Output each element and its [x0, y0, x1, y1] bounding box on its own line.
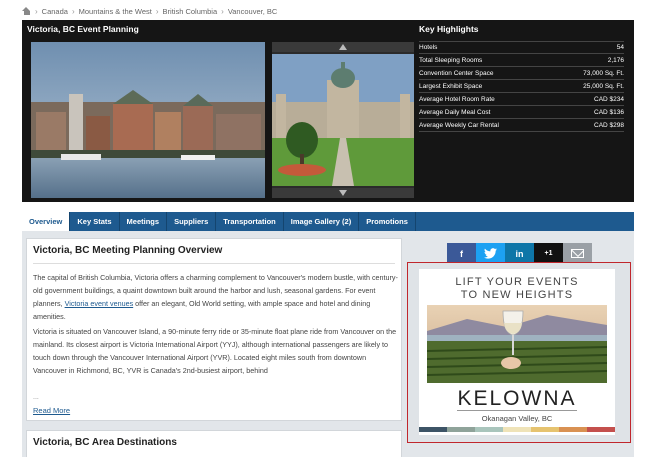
highlight-value: 25,000 Sq. Ft.	[583, 82, 624, 90]
tab-overview[interactable]: Overview	[22, 212, 71, 231]
thumbnail-scroll-down[interactable]	[272, 188, 414, 198]
highlight-row: Average Hotel Room Rate CAD $234	[419, 93, 624, 106]
main-photo-harbor[interactable]	[31, 42, 265, 198]
ellipsis: ...	[33, 394, 39, 401]
tab-promotions[interactable]: Promotions	[359, 212, 416, 231]
destinations-panel: Victoria, BC Area Destinations	[26, 430, 402, 457]
ad-brand-logo: KELOWNA	[457, 387, 577, 410]
hero-title: Victoria, BC Event Planning	[27, 24, 139, 34]
facebook-icon: f	[460, 248, 463, 259]
overview-paragraph-1: The capital of British Columbia, Victori…	[33, 271, 398, 323]
ad-headline-line-2: TO NEW HEIGHTS	[460, 289, 574, 301]
ad-stripe-segment	[503, 427, 531, 432]
victoria-event-venues-link[interactable]: Victoria event venues	[65, 299, 134, 308]
tab-meetings[interactable]: Meetings	[120, 212, 168, 231]
tab-suppliers[interactable]: Suppliers	[167, 212, 217, 231]
destinations-title: Victoria, BC Area Destinations	[33, 437, 177, 448]
ad-tagline: Okanagan Valley, BC	[481, 414, 553, 423]
highlight-label: Average Hotel Room Rate	[419, 95, 495, 103]
mail-icon	[571, 249, 584, 258]
highlight-row: Average Daily Meal Cost CAD $136	[419, 106, 624, 119]
highlight-value: 2,176	[607, 56, 624, 64]
divider	[33, 263, 395, 264]
highlight-label: Largest Exhibit Space	[419, 82, 483, 90]
tab-key-stats[interactable]: Key Stats	[70, 212, 120, 231]
social-share-bar: f in +1	[447, 243, 592, 264]
ad-stripe-segment	[531, 427, 559, 432]
chevron-right-icon: ›	[35, 6, 38, 16]
chevron-right-icon: ›	[155, 6, 159, 16]
tab-bar: Overview Key Stats Meetings Suppliers Tr…	[22, 212, 634, 231]
ad-stripe-segment	[419, 427, 447, 432]
highlight-label: Average Daily Meal Cost	[419, 108, 491, 116]
tab-transportation[interactable]: Transportation	[216, 212, 284, 231]
highlight-value: CAD $234	[594, 95, 624, 103]
highlight-label: Hotels	[419, 44, 438, 51]
highlight-row: Average Weekly Car Rental CAD $298	[419, 119, 624, 132]
chevron-right-icon: ›	[221, 6, 224, 16]
breadcrumb-vancouver[interactable]: Vancouver, BC	[228, 7, 277, 16]
linkedin-icon: in	[515, 248, 524, 259]
breadcrumb-british-columbia[interactable]: British Columbia	[163, 7, 218, 16]
overview-paragraph-2: Victoria is situated on Vancouver Island…	[33, 327, 397, 375]
sidebar-column: f in +1 LIFT YOUR EVENTS TO NEW HEIGHTS	[407, 231, 634, 457]
ad-headline: LIFT YOUR EVENTS TO NEW HEIGHTS	[419, 276, 615, 302]
triangle-down-icon	[339, 190, 347, 196]
thumbnail-strip	[272, 42, 414, 198]
google-plus-icon: +1	[544, 250, 553, 257]
highlight-label: Convention Center Space	[419, 69, 494, 77]
ad-stripe-segment	[447, 427, 475, 432]
ad-stripe-segment	[559, 427, 587, 432]
breadcrumb-canada[interactable]: Canada	[42, 7, 68, 16]
twitter-icon	[484, 248, 497, 259]
content-column: Victoria, BC Meeting Planning Overview T…	[22, 231, 407, 457]
email-share-button[interactable]	[563, 243, 592, 264]
highlight-row: Hotels 54	[419, 41, 624, 54]
key-highlights-table: Hotels 54 Total Sleeping Rooms 2,176 Conve…	[419, 41, 624, 132]
ad-divider	[457, 410, 577, 411]
highlight-row: Largest Exhibit Space 25,000 Sq. Ft.	[419, 80, 624, 93]
ad-stripe-segment	[475, 427, 503, 432]
highlight-value: CAD $136	[594, 108, 624, 116]
ad-headline-line-1: LIFT YOUR EVENTS	[455, 276, 579, 288]
thumbnail-parliament[interactable]	[272, 54, 414, 186]
highlight-value: 54	[616, 44, 624, 51]
ad-vineyard-photo	[427, 305, 607, 383]
ad-color-stripe	[419, 427, 615, 432]
highlight-label: Total Sleeping Rooms	[419, 56, 483, 64]
overview-panel: Victoria, BC Meeting Planning Overview T…	[26, 238, 402, 421]
overview-title: Victoria, BC Meeting Planning Overview	[33, 245, 223, 256]
highlight-row: Total Sleeping Rooms 2,176	[419, 54, 624, 67]
twitter-share-button[interactable]	[476, 243, 505, 264]
highlight-label: Average Weekly Car Rental	[419, 121, 499, 129]
thumbnail-scroll-up[interactable]	[272, 42, 414, 52]
kelowna-ad[interactable]: LIFT YOUR EVENTS TO NEW HEIGHTS KELOWNA …	[419, 269, 615, 435]
ad-stripe-segment	[587, 427, 615, 432]
google-plus-button[interactable]: +1	[534, 243, 563, 264]
chevron-right-icon: ›	[71, 6, 75, 16]
facebook-share-button[interactable]: f	[447, 243, 476, 264]
key-highlights-title: Key Highlights	[419, 24, 479, 34]
tab-image-gallery[interactable]: Image Gallery (2)	[284, 212, 360, 231]
breadcrumb: › Canada › Mountains & the West › Britis…	[22, 4, 277, 18]
home-icon[interactable]	[22, 7, 31, 15]
read-more-link[interactable]: Read More	[33, 406, 70, 415]
advertisement-box: LIFT YOUR EVENTS TO NEW HEIGHTS KELOWNA …	[407, 262, 631, 443]
linkedin-share-button[interactable]: in	[505, 243, 534, 264]
highlight-row: Convention Center Space 73,000 Sq. Ft.	[419, 67, 624, 80]
highlight-value: CAD $298	[594, 121, 624, 129]
breadcrumb-mountains-west[interactable]: Mountains & the West	[79, 7, 152, 16]
key-highlights: Key Highlights Hotels 54 Total Sleeping R…	[419, 20, 624, 202]
highlight-value: 73,000 Sq. Ft.	[583, 69, 624, 77]
hero-section: Victoria, BC Event Planning Key Highligh…	[22, 20, 634, 202]
triangle-up-icon	[339, 44, 347, 50]
